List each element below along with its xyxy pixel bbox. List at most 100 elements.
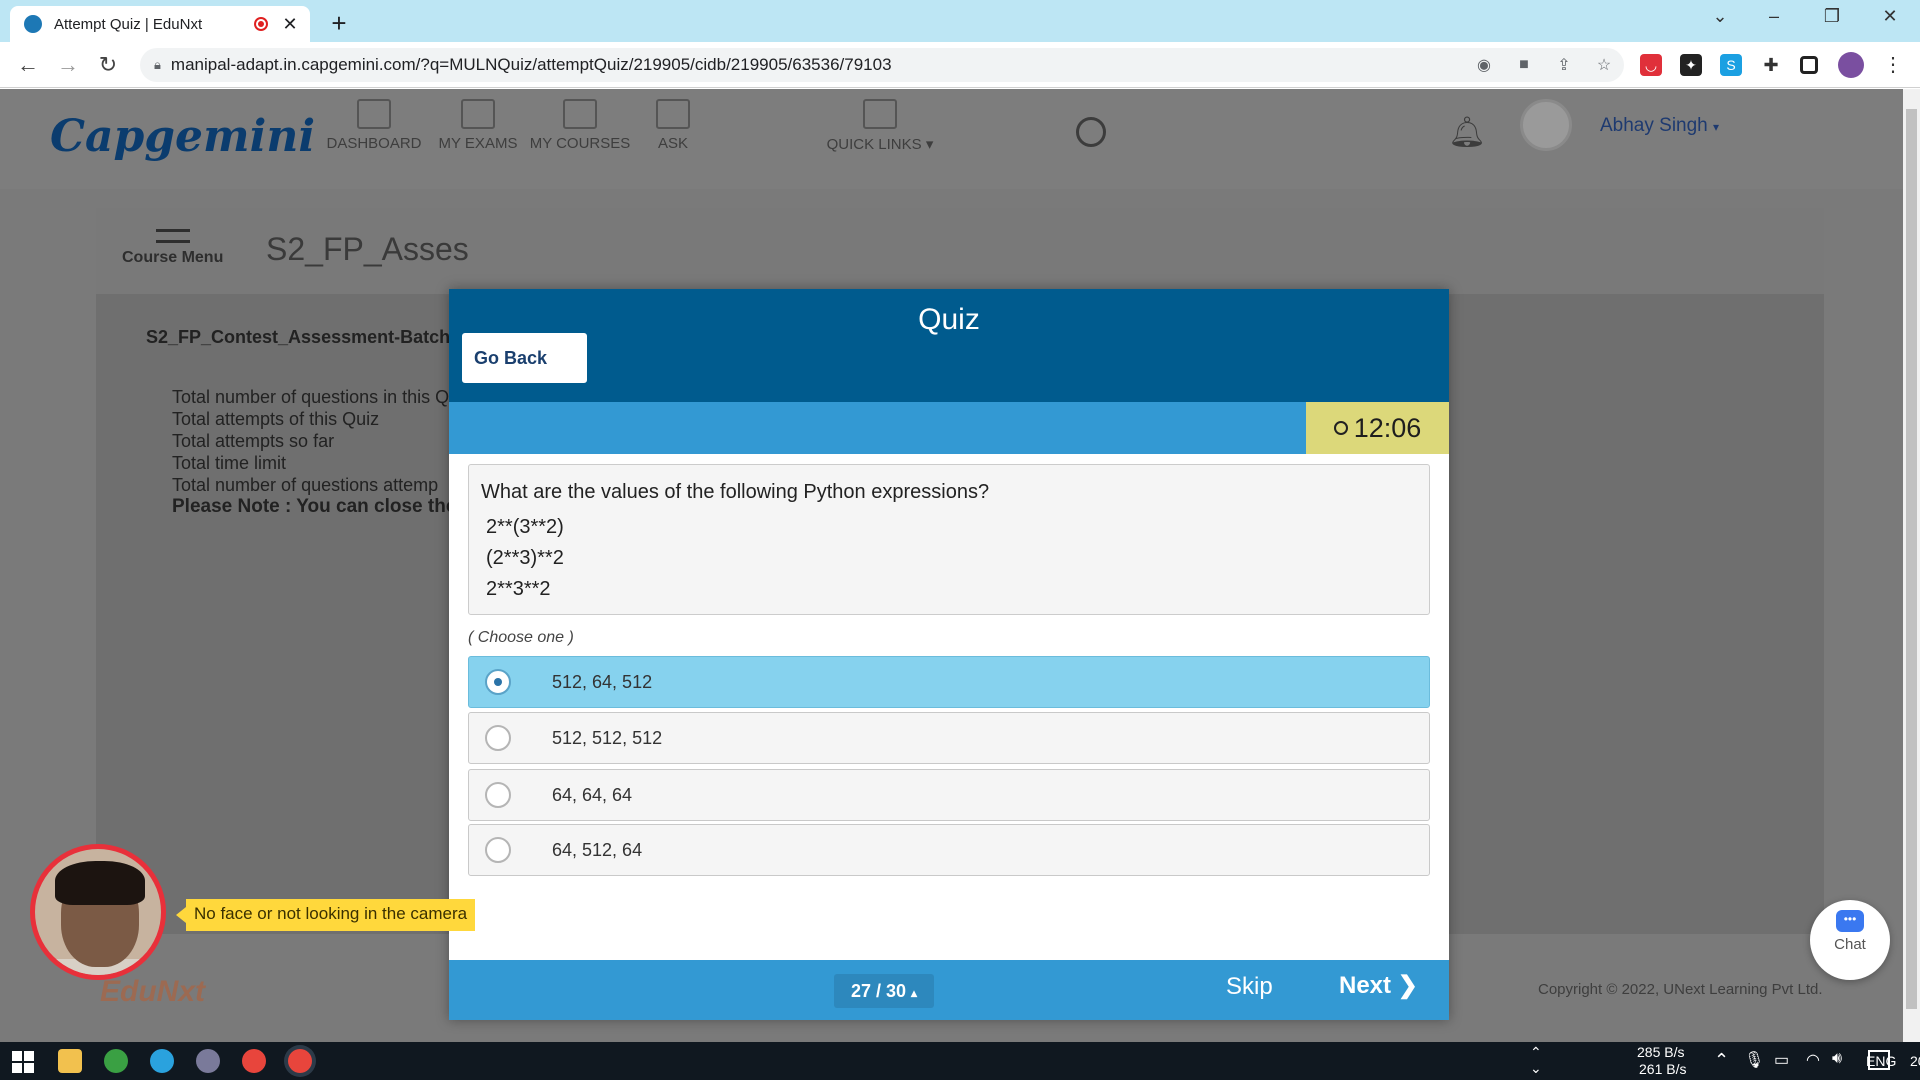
capgemini-logo[interactable]: Capgemini — [50, 111, 315, 162]
wifi-icon[interactable]: ◠ — [1806, 1050, 1820, 1070]
chrome-icon[interactable] — [242, 1049, 266, 1073]
net-down: 261 B/s — [1639, 1061, 1687, 1077]
copyright-text: Copyright © 2022, UNext Learning Pvt Ltd… — [1538, 981, 1823, 998]
menu-kebab-icon[interactable]: ⋮ — [1882, 54, 1904, 76]
tray-arrows-icon: ⌃ — [1530, 1044, 1542, 1060]
next-button[interactable]: Next ❯ — [1339, 971, 1418, 1000]
choose-one-hint: ( Choose one ) — [468, 629, 574, 646]
new-tab-button[interactable]: + — [326, 8, 352, 39]
timer-value: 12:06 — [1353, 412, 1422, 443]
quiz-details: S2_FP_Contest_Assessment-Batch Total num… — [146, 327, 456, 518]
puzzle-extensions-icon[interactable]: ✚ — [1760, 54, 1782, 76]
site-header: Capgemini DASHBOARD MY EXAMS MY COURSES … — [0, 89, 1903, 189]
answer-option-3[interactable]: 64, 64, 64 — [468, 769, 1430, 821]
lock-icon: 🔒︎ — [154, 57, 161, 72]
answer-option-4[interactable]: 64, 512, 64 — [468, 824, 1430, 876]
course-menu-button[interactable]: Course Menu — [122, 229, 223, 267]
share-icon[interactable]: ⇪ — [1544, 55, 1584, 75]
home-icon — [357, 99, 391, 129]
detail-line: Total time limit — [172, 453, 287, 473]
webcam-hair — [55, 861, 145, 905]
answer-option-1[interactable]: 512, 64, 512 — [468, 656, 1430, 708]
chat-button[interactable]: ••• Chat — [1810, 900, 1890, 980]
close-window-button[interactable]: ✕ — [1870, 6, 1910, 27]
file-explorer-icon[interactable] — [58, 1049, 82, 1073]
option-label: 64, 512, 64 — [552, 839, 643, 860]
reload-icon[interactable]: ↻ — [94, 52, 122, 78]
bookmark-star-icon[interactable]: ☆ — [1584, 55, 1624, 75]
profile-avatar[interactable] — [1838, 52, 1864, 78]
volume-icon[interactable]: 🔊︎ — [1832, 1050, 1842, 1068]
quiz-timer: 12:06 — [1306, 402, 1449, 454]
tab-search-icon[interactable]: ⌄ — [1700, 6, 1740, 27]
microphone-icon[interactable]: 🎙︎ — [1744, 1050, 1764, 1070]
caret-down-icon: ▾ — [1713, 120, 1720, 134]
camera-icon[interactable]: ■ — [1504, 56, 1544, 74]
back-icon[interactable]: ← — [14, 52, 42, 78]
close-tab-icon[interactable]: ✕ — [280, 14, 300, 35]
option-label: 64, 64, 64 — [552, 784, 633, 805]
question-expression: (2**3)**2 — [486, 547, 564, 569]
nav-quick-links[interactable]: QUICK LINKS ▾ — [820, 99, 940, 153]
radio-unselected[interactable] — [485, 782, 511, 808]
url-text[interactable]: manipal-adapt.in.capgemini.com/?q=MULNQu… — [171, 55, 1464, 75]
nav-my-exams[interactable]: MY EXAMS — [430, 99, 526, 152]
windows-start-icon[interactable] — [10, 1049, 34, 1073]
webcam-preview — [30, 844, 166, 980]
chat-icon: ••• — [1836, 910, 1864, 932]
quiz-footer: 27 / 30 ▴ Skip Next ❯ — [449, 960, 1449, 1020]
courses-icon — [563, 99, 597, 129]
s-extension-icon[interactable]: S — [1720, 54, 1742, 76]
detail-line: Total attempts of this Quiz — [172, 409, 380, 429]
extension-icon[interactable]: ✦ — [1680, 54, 1702, 76]
side-panel-icon[interactable] — [1800, 56, 1818, 74]
app-icon[interactable] — [104, 1049, 128, 1073]
page-scrollbar[interactable] — [1903, 89, 1920, 1042]
clock-icon — [1333, 421, 1348, 435]
location-icon[interactable]: ◉ — [1464, 55, 1504, 75]
user-avatar[interactable] — [1520, 99, 1572, 151]
go-back-button[interactable]: Go Back — [462, 333, 587, 383]
chrome-active-icon[interactable] — [288, 1049, 312, 1073]
option-label: 512, 64, 512 — [552, 671, 653, 692]
telegram-icon[interactable] — [150, 1049, 174, 1073]
app-icon[interactable] — [196, 1049, 220, 1073]
forward-icon[interactable]: → — [54, 52, 82, 78]
skip-button[interactable]: Skip — [1226, 973, 1273, 1001]
search-icon[interactable] — [1076, 117, 1106, 147]
show-hidden-icons[interactable]: ⌃ — [1714, 1050, 1729, 1071]
answer-option-2[interactable]: 512, 512, 512 — [468, 712, 1430, 764]
list-icon — [863, 99, 897, 129]
quiz-title: Quiz — [918, 303, 980, 336]
question-pager-dropdown[interactable]: 27 / 30 ▴ — [834, 974, 934, 1008]
browser-tab[interactable]: Attempt Quiz | EduNxt ✕ — [10, 6, 310, 42]
scrollbar-thumb[interactable] — [1906, 109, 1917, 1009]
net-up: 285 B/s — [1637, 1044, 1685, 1060]
minimize-button[interactable]: – — [1754, 6, 1794, 27]
radio-unselected[interactable] — [485, 725, 511, 751]
nav-dashboard[interactable]: DASHBOARD — [326, 99, 422, 152]
radio-unselected[interactable] — [485, 837, 511, 863]
clock-time[interactable]: 20:42 — [1910, 1053, 1920, 1069]
nav-ask[interactable]: ASK — [640, 99, 706, 152]
browser-toolbar: ← → ↻ 🔒︎ manipal-adapt.in.capgemini.com/… — [0, 42, 1920, 88]
restore-button[interactable]: ❐ — [1812, 6, 1852, 27]
notification-center-icon[interactable] — [1868, 1050, 1890, 1070]
caret-down-icon: ▾ — [921, 136, 934, 153]
radio-selected[interactable] — [485, 669, 511, 695]
address-bar[interactable]: 🔒︎ manipal-adapt.in.capgemini.com/?q=MUL… — [140, 48, 1624, 82]
question-text: What are the values of the following Pyt… — [481, 481, 990, 503]
pocket-extension-icon[interactable]: ◡ — [1640, 54, 1662, 76]
logo-pane — [12, 1051, 22, 1061]
edunxt-logo: EduNxt — [100, 975, 205, 1008]
logo-pane — [24, 1063, 34, 1073]
logo-pane — [24, 1051, 34, 1061]
hamburger-icon — [155, 229, 190, 243]
logo-pane — [12, 1063, 22, 1073]
webcam-warning: No face or not looking in the camera — [175, 899, 476, 931]
question-expression: 2**(3**2) — [486, 516, 564, 538]
battery-icon[interactable]: ▭ — [1774, 1050, 1789, 1070]
nav-my-courses[interactable]: MY COURSES — [526, 99, 634, 152]
bell-icon[interactable]: 🔔︎ — [1448, 115, 1486, 150]
user-menu[interactable]: Abhay Singh ▾ — [1600, 115, 1719, 137]
